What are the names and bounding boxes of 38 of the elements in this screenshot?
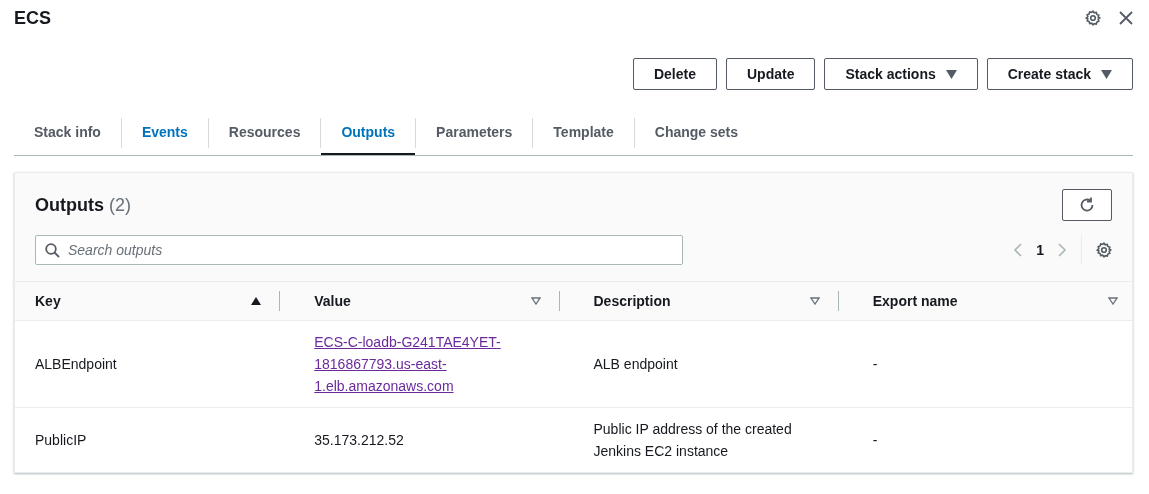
tab[interactable]: Change sets <box>634 110 759 155</box>
sort-icon[interactable] <box>809 297 820 305</box>
refresh-button[interactable] <box>1062 189 1112 221</box>
settings-icon[interactable] <box>1085 10 1101 26</box>
action-button[interactable]: Update <box>726 58 816 90</box>
tab[interactable]: Parameters <box>416 110 533 155</box>
table-cell-text: 35.173.212.52 <box>314 431 404 450</box>
page-number[interactable]: 1 <box>1036 242 1044 258</box>
table-cell-text: - <box>872 431 878 450</box>
action-button[interactable]: Create stack <box>986 58 1133 90</box>
sort-icon[interactable] <box>1108 297 1118 305</box>
close-icon[interactable] <box>1119 11 1133 25</box>
tab[interactable]: Stack info <box>14 110 121 155</box>
action-button[interactable]: Stack actions <box>824 58 978 90</box>
column-header: Description <box>593 293 671 309</box>
tab[interactable]: Template <box>533 110 634 155</box>
table-cell-text: PublicIP <box>35 431 87 450</box>
table-cell-text: ALB endpoint <box>593 355 678 374</box>
table-cell-text: - <box>872 355 878 374</box>
panel-title: Outputs (2) <box>35 194 131 216</box>
search-field[interactable]: Search outputs <box>35 235 683 265</box>
tab[interactable]: Resources <box>208 110 321 155</box>
table-cell-text: ALBEndpoint <box>35 355 117 374</box>
column-header: Value <box>314 293 351 309</box>
refresh-icon <box>1078 196 1096 214</box>
settings-icon[interactable] <box>1096 242 1112 258</box>
column-header: Export name <box>872 293 958 309</box>
value-link[interactable]: ECS-C-loadb-G241TAE4YET-1816867793.us-east-1.elb.amazonaws.com <box>314 331 505 397</box>
page-title: ECS <box>14 7 51 29</box>
table-cell-text: Public IP address of the created Jenkins EC2 instance <box>593 420 793 461</box>
column-header: Key <box>35 293 61 309</box>
sort-ascending-icon[interactable] <box>251 297 262 305</box>
caret-icon <box>1101 69 1112 79</box>
search-icon <box>45 243 60 258</box>
action-button[interactable]: Delete <box>632 58 717 90</box>
caret-icon <box>945 69 957 79</box>
tab[interactable]: Events <box>121 110 208 155</box>
sort-icon[interactable] <box>530 297 541 305</box>
